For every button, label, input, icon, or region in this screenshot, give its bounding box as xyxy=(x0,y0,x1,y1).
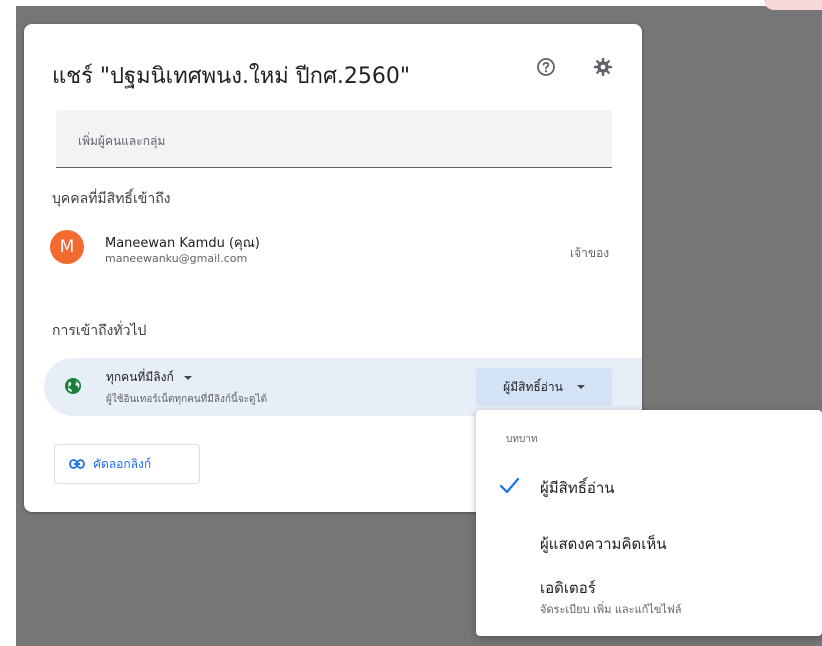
person-row: M Maneewan Kamdu (คุณ) maneewanku@gmail.… xyxy=(50,228,616,276)
copy-link-label: คัดลอกลิงก์ xyxy=(93,456,152,471)
role-option-label: ผู้มีสิทธิ์อ่าน xyxy=(540,479,615,497)
person-email: maneewanku@gmail.com xyxy=(105,252,248,265)
role-option-editor[interactable]: เอดิเตอร์ จัดระเบียบ เพิ่ม และแก้ไขไฟล์ xyxy=(476,570,822,630)
link-access-dropdown[interactable]: ทุกคนที่มีลิงก์ xyxy=(106,368,192,387)
person-name: Maneewan Kamdu (คุณ) xyxy=(105,236,260,251)
role-menu: บทบาท ผู้มีสิทธิ์อ่าน ผู้แสดงความคิดเห็น… xyxy=(476,410,822,636)
add-people-field[interactable] xyxy=(56,110,612,168)
general-access-heading: การเข้าถึงทั่วไป xyxy=(52,323,147,339)
check-icon xyxy=(499,477,520,494)
chevron-down-icon xyxy=(576,385,585,389)
globe-icon xyxy=(64,377,82,395)
avatar: M xyxy=(50,230,84,264)
link-access-description: ผู้ใช้อินเทอร์เน็ตทุกคนที่มีลิงก์นี้จะดู… xyxy=(106,394,268,405)
link-access-scope: ทุกคนที่มีลิงก์ xyxy=(106,370,174,384)
role-option-commenter[interactable]: ผู้แสดงความคิดเห็น xyxy=(476,518,822,566)
role-option-viewer[interactable]: ผู้มีสิทธิ์อ่าน xyxy=(476,462,822,510)
help-circle-icon[interactable] xyxy=(533,54,559,80)
role-menu-title: บทบาท xyxy=(506,434,538,445)
chevron-down-icon xyxy=(183,375,192,380)
link-role-dropdown[interactable]: ผู้มีสิทธิ์อ่าน xyxy=(476,368,612,406)
role-option-label: ผู้แสดงความคิดเห็น xyxy=(540,535,667,553)
add-people-input[interactable] xyxy=(76,129,580,153)
owner-role-label: เจ้าของ xyxy=(570,246,610,260)
dialog-title: แชร์ "ปฐมนิเทศพนง.ใหม่ ปีกศ.2560" xyxy=(52,64,411,89)
copy-link-button[interactable]: คัดลอกลิงก์ xyxy=(54,444,200,484)
link-role-label: ผู้มีสิทธิ์อ่าน xyxy=(503,379,563,394)
general-access-row: ทุกคนที่มีลิงก์ ผู้ใช้อินเทอร์เน็ตทุกคนท… xyxy=(44,358,642,416)
role-option-description: จัดระเบียบ เพิ่ม และแก้ไขไฟล์ xyxy=(540,603,682,616)
gear-icon[interactable] xyxy=(590,54,616,80)
people-with-access-heading: บุคคลที่มีสิทธิ์เข้าถึง xyxy=(52,191,171,207)
corner-accent xyxy=(764,0,822,10)
role-option-label: เอดิเตอร์ xyxy=(540,579,596,597)
link-icon xyxy=(69,459,85,469)
